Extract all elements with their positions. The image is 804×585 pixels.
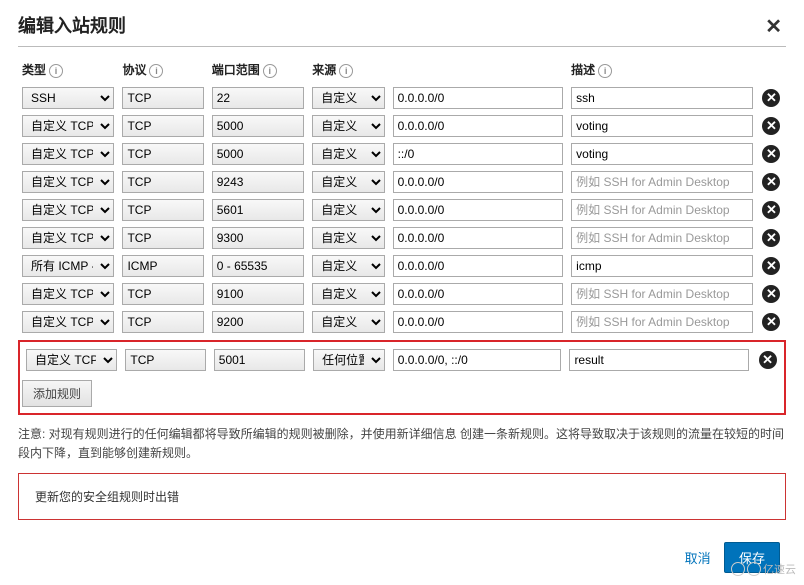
protocol-input[interactable] <box>122 255 203 277</box>
source-ip-input[interactable] <box>393 115 564 137</box>
source-ip-input[interactable] <box>393 143 564 165</box>
table-row: 自定义 TCP 规 自定义 ✕ <box>18 140 786 168</box>
source-ip-input[interactable] <box>393 199 564 221</box>
source-ip-input[interactable] <box>393 227 564 249</box>
col-protocol: 协议i <box>118 57 207 84</box>
delete-rule-icon[interactable]: ✕ <box>762 201 780 219</box>
source-type-select[interactable]: 自定义 <box>312 171 384 193</box>
port-input[interactable] <box>212 199 304 221</box>
source-type-select[interactable]: 自定义 <box>312 115 384 137</box>
source-type-select[interactable]: 自定义 <box>312 227 384 249</box>
port-input[interactable] <box>212 115 304 137</box>
error-message: 更新您的安全组规则时出错 <box>18 473 786 520</box>
watermark: 亿速云 <box>731 561 796 577</box>
type-select[interactable]: 自定义 TCP 规 <box>22 115 114 137</box>
delete-rule-icon[interactable]: ✕ <box>762 229 780 247</box>
description-input[interactable] <box>571 311 753 333</box>
type-select[interactable]: 自定义 TCP 规 <box>22 311 114 333</box>
delete-rule-icon[interactable]: ✕ <box>762 117 780 135</box>
source-ip-input[interactable] <box>393 171 564 193</box>
table-row: 自定义 TCP 规 自定义 ✕ <box>18 196 786 224</box>
description-input[interactable] <box>571 115 753 137</box>
info-icon[interactable]: i <box>263 64 277 78</box>
type-select[interactable]: 自定义 TCP 规 <box>22 143 114 165</box>
source-type-select[interactable]: 自定义 <box>312 311 384 333</box>
type-select[interactable]: 自定义 TCP 规 <box>22 171 114 193</box>
port-input[interactable] <box>214 349 305 371</box>
description-input[interactable] <box>569 349 749 371</box>
type-select[interactable]: 所有 ICMP - IPv4 <box>22 255 114 277</box>
table-row: 自定义 TCP 规 自定义 ✕ <box>18 224 786 252</box>
note-text: 注意: 对现有规则进行的任何编辑都将导致所编辑的规则被删除，并使用新详细信息 创… <box>18 425 786 463</box>
description-input[interactable] <box>571 283 753 305</box>
protocol-input[interactable] <box>122 199 203 221</box>
description-input[interactable] <box>571 199 753 221</box>
source-type-select[interactable]: 自定义 <box>312 199 384 221</box>
port-input[interactable] <box>212 143 304 165</box>
type-select[interactable]: 自定义 TCP 规 <box>22 199 114 221</box>
table-row: 自定义 TCP 规 自定义 ✕ <box>18 168 786 196</box>
port-input[interactable] <box>212 171 304 193</box>
port-input[interactable] <box>212 311 304 333</box>
rules-table: 类型i 协议i 端口范围i 来源i 描述i SSH自定义✕自定义 TCP 规自定… <box>18 57 786 336</box>
delete-rule-icon[interactable]: ✕ <box>762 313 780 331</box>
table-row: 自定义 TCP 规 自定义 ✕ <box>18 308 786 336</box>
port-input[interactable] <box>212 87 304 109</box>
table-row: 自定义 TCP 规 自定义 ✕ <box>18 280 786 308</box>
delete-rule-icon[interactable]: ✕ <box>762 89 780 107</box>
port-input[interactable] <box>212 255 304 277</box>
delete-rule-icon[interactable]: ✕ <box>762 173 780 191</box>
protocol-input[interactable] <box>122 143 203 165</box>
source-type-select[interactable]: 自定义 <box>312 255 384 277</box>
source-type-select[interactable]: 任何位置 <box>313 349 385 371</box>
close-icon[interactable]: ✕ <box>765 14 782 39</box>
protocol-input[interactable] <box>125 349 205 371</box>
info-icon[interactable]: i <box>339 64 353 78</box>
col-source: 来源i <box>308 57 567 84</box>
source-ip-input[interactable] <box>393 311 564 333</box>
dialog-title: 编辑入站规则 <box>18 12 786 38</box>
table-row: SSH 自定义 ✕ <box>18 84 786 112</box>
protocol-input[interactable] <box>122 283 203 305</box>
description-input[interactable] <box>571 171 753 193</box>
description-input[interactable] <box>571 255 753 277</box>
delete-rule-icon[interactable]: ✕ <box>762 285 780 303</box>
delete-rule-icon[interactable]: ✕ <box>759 351 777 369</box>
protocol-input[interactable] <box>122 171 203 193</box>
type-select[interactable]: 自定义 TCP 规 <box>26 349 117 371</box>
source-type-select[interactable]: 自定义 <box>312 283 384 305</box>
port-input[interactable] <box>212 283 304 305</box>
info-icon[interactable]: i <box>149 64 163 78</box>
description-input[interactable] <box>571 227 753 249</box>
source-ip-input[interactable] <box>393 87 564 109</box>
delete-rule-icon[interactable]: ✕ <box>762 257 780 275</box>
protocol-input[interactable] <box>122 115 203 137</box>
type-select[interactable]: 自定义 TCP 规 <box>22 227 114 249</box>
description-input[interactable] <box>571 143 753 165</box>
source-ip-input[interactable] <box>393 283 564 305</box>
highlighted-rule: 自定义 TCP 规 任何位置 ✕ 添加规则 <box>18 340 786 415</box>
protocol-input[interactable] <box>122 227 203 249</box>
col-desc: 描述i <box>567 57 757 84</box>
port-input[interactable] <box>212 227 304 249</box>
divider <box>18 46 786 47</box>
type-select[interactable]: 自定义 TCP 规 <box>22 283 114 305</box>
type-select[interactable]: SSH <box>22 87 114 109</box>
description-input[interactable] <box>571 87 753 109</box>
table-row: 自定义 TCP 规 自定义 ✕ <box>18 112 786 140</box>
source-type-select[interactable]: 自定义 <box>312 87 384 109</box>
source-type-select[interactable]: 自定义 <box>312 143 384 165</box>
delete-rule-icon[interactable]: ✕ <box>762 145 780 163</box>
col-type: 类型i <box>18 57 118 84</box>
protocol-input[interactable] <box>122 87 203 109</box>
info-icon[interactable]: i <box>598 64 612 78</box>
source-ip-input[interactable] <box>393 349 562 371</box>
table-row: 所有 ICMP - IPv4 自定义 ✕ <box>18 252 786 280</box>
col-port: 端口范围i <box>208 57 308 84</box>
protocol-input[interactable] <box>122 311 203 333</box>
info-icon[interactable]: i <box>49 64 63 78</box>
add-rule-button[interactable]: 添加规则 <box>22 380 92 407</box>
cancel-button[interactable]: 取消 <box>685 548 711 567</box>
source-ip-input[interactable] <box>393 255 564 277</box>
